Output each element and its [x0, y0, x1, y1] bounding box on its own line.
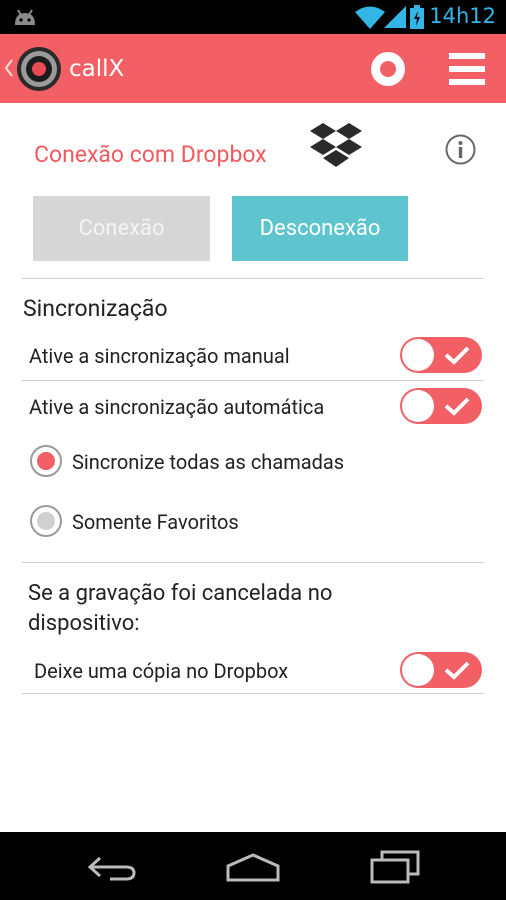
back-chevron-icon[interactable] — [4, 56, 14, 80]
toggle-knob — [402, 339, 434, 371]
toggle-knob — [402, 390, 434, 422]
radio-dot — [37, 512, 55, 530]
manual-sync-toggle[interactable] — [400, 337, 482, 373]
home-icon[interactable] — [226, 852, 280, 882]
dropbox-icon — [310, 123, 362, 167]
record-icon[interactable] — [371, 52, 405, 86]
wifi-icon — [355, 6, 385, 29]
app-title: callX — [69, 56, 125, 82]
check-icon — [444, 346, 470, 365]
divider — [22, 380, 484, 381]
cancel-section-title-line2: dispositivo: — [28, 611, 140, 636]
keep-copy-toggle[interactable] — [400, 652, 482, 688]
battery-charging-icon — [410, 5, 424, 29]
status-time: 14h12 — [429, 4, 496, 28]
disconnect-button[interactable]: Desconexão — [232, 196, 408, 261]
navigation-bar — [0, 832, 506, 900]
check-icon — [444, 397, 470, 416]
sync-section-title: Sincronização — [23, 295, 168, 322]
settings-content: Conexão com Dropbox Conexão Desconexão S… — [0, 103, 506, 832]
connect-button[interactable]: Conexão — [33, 196, 210, 261]
signal-icon — [384, 6, 406, 28]
info-icon[interactable] — [445, 134, 476, 165]
android-notification-icon — [15, 9, 35, 25]
divider — [22, 562, 484, 563]
manual-sync-label: Ative a sincronização manual — [29, 344, 290, 368]
status-bar: 14h12 — [0, 0, 506, 34]
favorites-only-label[interactable]: Somente Favoritos — [72, 510, 239, 534]
auto-sync-toggle[interactable] — [400, 388, 482, 424]
app-bar: callX — [0, 34, 506, 103]
menu-icon[interactable] — [449, 53, 485, 85]
dropbox-section-title: Conexão com Dropbox — [34, 141, 267, 168]
back-icon[interactable] — [86, 854, 138, 882]
app-logo-icon[interactable] — [16, 46, 62, 92]
sync-all-label[interactable]: Sincronize todas as chamadas — [72, 450, 344, 474]
cancel-section-title-line1: Se a gravação foi cancelada no — [28, 581, 333, 606]
check-icon — [444, 661, 470, 680]
recent-apps-icon[interactable] — [370, 850, 420, 884]
radio-favorites-only[interactable] — [30, 505, 62, 537]
divider — [22, 278, 484, 279]
divider — [22, 693, 484, 694]
auto-sync-label: Ative a sincronização automática — [29, 395, 325, 419]
radio-dot — [37, 452, 55, 470]
toggle-knob — [402, 654, 434, 686]
keep-copy-label: Deixe uma cópia no Dropbox — [34, 659, 289, 683]
radio-sync-all[interactable] — [30, 445, 62, 477]
